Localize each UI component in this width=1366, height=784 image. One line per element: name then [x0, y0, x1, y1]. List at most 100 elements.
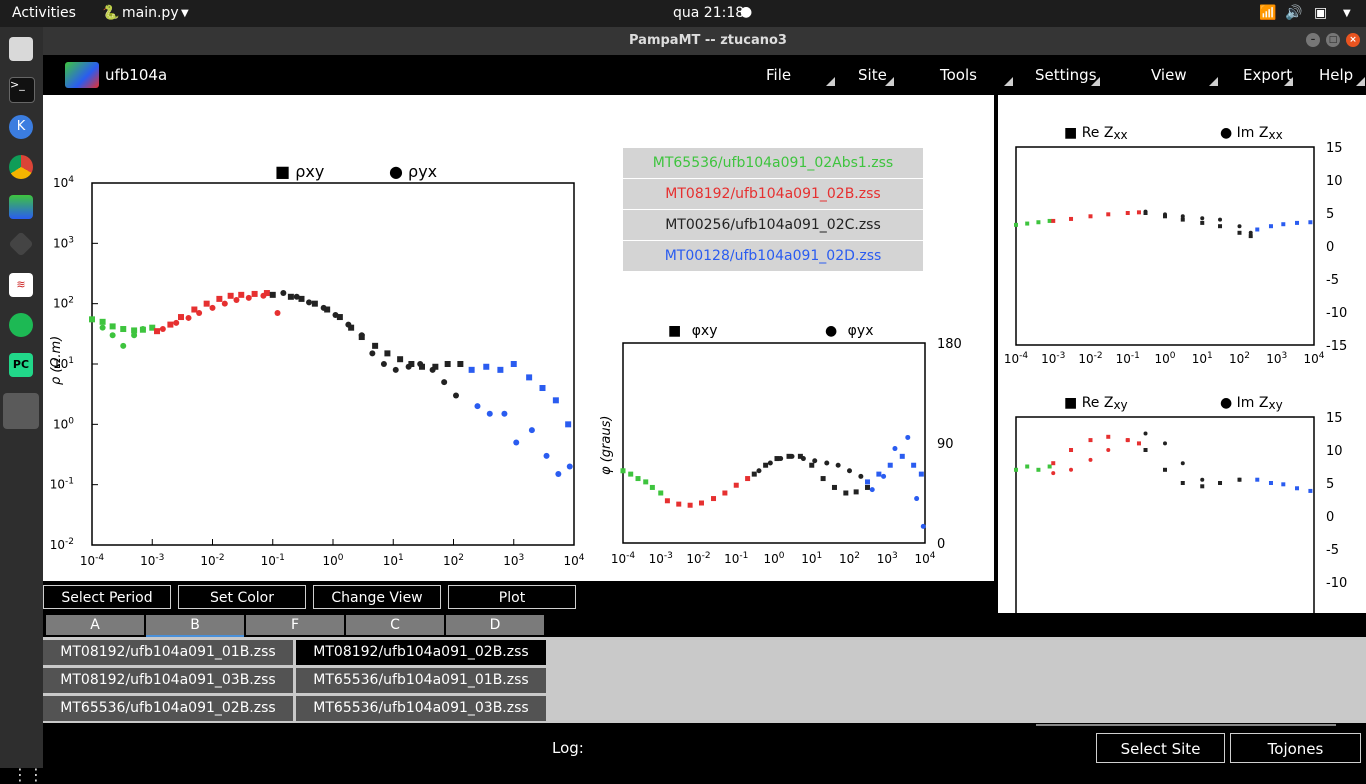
zxy-legend-im-marker: ●	[1220, 395, 1237, 411]
inkscape-icon[interactable]	[8, 231, 34, 257]
file-item[interactable]: MT08192/ufb104a091_03B.zss	[43, 668, 293, 693]
phi-ytick-label: 180	[937, 337, 962, 352]
zxy-point	[1143, 431, 1148, 436]
chrome-icon[interactable]	[9, 155, 33, 179]
pycharm-icon[interactable]: PC	[9, 353, 33, 377]
plot-button[interactable]: Plot	[448, 585, 576, 609]
spotify-icon[interactable]	[9, 313, 33, 337]
menu-view[interactable]: View	[1151, 66, 1187, 84]
zxx-xtick-label-exp: -3	[1056, 351, 1065, 361]
rho-point	[397, 356, 404, 363]
log-label: Log:	[552, 739, 584, 757]
tab-a[interactable]: A	[46, 615, 144, 635]
tab-b[interactable]: B	[146, 615, 244, 637]
menu-help[interactable]: Help	[1319, 66, 1353, 84]
zxy-legend-re-label: Re Z	[1082, 395, 1114, 411]
phi-point	[756, 468, 762, 474]
menu-tools[interactable]: Tools	[940, 66, 977, 84]
phi-point	[698, 500, 704, 506]
battery-icon[interactable]: ▣	[1314, 5, 1327, 21]
rho-point	[528, 427, 535, 434]
file-legend-item-3[interactable]: MT00128/ufb104a091_02D.zss	[623, 241, 923, 271]
rho-xtick-label-base: 10	[563, 554, 578, 568]
select-period-button[interactable]: Select Period	[43, 585, 171, 609]
zxx-legend-im: ● Im Zxx	[1220, 125, 1283, 142]
phi-point	[887, 462, 893, 468]
rho-point	[526, 374, 533, 381]
file-legend-item-2[interactable]: MT00256/ufb104a091_02C.zss	[623, 210, 923, 240]
tojones-button[interactable]: Tojones	[1230, 733, 1361, 763]
rho-point	[332, 311, 339, 318]
rho-point	[245, 294, 252, 301]
maximize-icon[interactable]: □	[1326, 33, 1340, 47]
phi-point	[835, 462, 841, 468]
activities-button[interactable]: Activities	[12, 5, 76, 21]
phi-xtick-label: 103	[877, 551, 898, 566]
zxy-ytick-label: -10	[1326, 576, 1347, 591]
system-menu-chevron-icon[interactable]: ▼	[1343, 8, 1351, 19]
minimize-icon[interactable]: –	[1306, 33, 1320, 47]
zxx-xtick-label-base: 10	[1303, 352, 1318, 366]
rho-point	[429, 366, 436, 373]
set-color-button[interactable]: Set Color	[178, 585, 306, 609]
terminal-icon[interactable]: >_	[9, 77, 35, 103]
rho-xtick-label: 10-4	[80, 553, 105, 568]
menu-file[interactable]: File	[766, 66, 791, 84]
k-app-icon[interactable]: K	[9, 115, 33, 139]
app-menu-icon: 🐍	[102, 5, 120, 21]
phi-xtick-label-exp: -2	[702, 551, 711, 561]
rho-ytick-label-base: 10	[53, 357, 68, 371]
rho-xtick-label-exp: 1	[398, 553, 404, 563]
close-icon[interactable]: ×	[1346, 33, 1360, 47]
tab-c[interactable]: C	[346, 615, 444, 635]
pampamt-icon[interactable]	[9, 195, 33, 219]
document-viewer-icon[interactable]: ≋	[9, 273, 33, 297]
file-item[interactable]: MT65536/ufb104a091_02B.zss	[43, 696, 293, 721]
tab-f[interactable]: F	[246, 615, 344, 635]
system-top-bar: Activities 🐍 main.py ▼ qua 21:18 ● 📶 🔊 ▣…	[0, 0, 1366, 27]
phi-xtick-label-base: 10	[763, 552, 778, 566]
app-menu-button[interactable]: main.py	[122, 5, 179, 21]
phi-point	[892, 446, 898, 452]
phi-point	[676, 501, 682, 507]
file-item[interactable]: MT65536/ufb104a091_03B.zss	[296, 696, 546, 721]
phi-point	[628, 471, 634, 477]
file-item[interactable]: MT08192/ufb104a091_01B.zss	[43, 640, 293, 665]
phi-point	[824, 460, 830, 466]
file-item-selected[interactable]: MT08192/ufb104a091_02B.zss	[296, 640, 546, 665]
zxy-yticks: 15 10 5 0 -5 -10	[1326, 411, 1347, 591]
clock[interactable]: qua 21:18	[673, 5, 744, 21]
menu-settings[interactable]: Settings	[1035, 66, 1097, 84]
file-legend-item-0[interactable]: MT65536/ufb104a091_02Abs1.zss	[623, 148, 923, 178]
zxx-xtick-label-base: 10	[1154, 352, 1169, 366]
menu-site[interactable]: Site	[858, 66, 887, 84]
volume-icon[interactable]: 🔊	[1285, 5, 1302, 21]
rho-ytick-label-exp: -2	[65, 537, 74, 547]
pampamt-active-icon[interactable]	[3, 393, 39, 429]
zxx-point	[1143, 209, 1148, 214]
zxy-legend-re-marker: ■	[1064, 395, 1082, 411]
zxy-ytick-label: 5	[1326, 477, 1334, 492]
file-legend-item-1[interactable]: MT08192/ufb104a091_02B.zss	[623, 179, 923, 209]
rho-point	[501, 410, 508, 417]
rho-xtick-label-base: 10	[383, 554, 398, 568]
rho-point	[497, 366, 504, 373]
rho-ytick-label-exp: 3	[68, 235, 74, 245]
zxx-point	[1106, 212, 1111, 217]
tab-d[interactable]: D	[446, 615, 544, 635]
zxy-point	[1255, 477, 1260, 482]
rho-point	[486, 410, 493, 417]
change-view-button[interactable]: Change View	[313, 585, 441, 609]
file-item[interactable]: MT65536/ufb104a091_01B.zss	[296, 668, 546, 693]
rho-legend-xy: ■ ρxy	[275, 162, 324, 181]
wifi-icon[interactable]: 📶	[1259, 5, 1276, 21]
select-site-button[interactable]: Select Site	[1096, 733, 1225, 763]
zxy-point	[1295, 486, 1300, 491]
rho-point	[154, 328, 161, 335]
files-icon[interactable]	[9, 37, 33, 61]
zxx-xtick-label: 10-3	[1041, 351, 1065, 366]
zxx-ytick-label: -10	[1326, 306, 1347, 321]
zxy-point	[1088, 457, 1093, 462]
phi-point	[643, 479, 649, 485]
phi-xtick-label: 102	[839, 551, 860, 566]
